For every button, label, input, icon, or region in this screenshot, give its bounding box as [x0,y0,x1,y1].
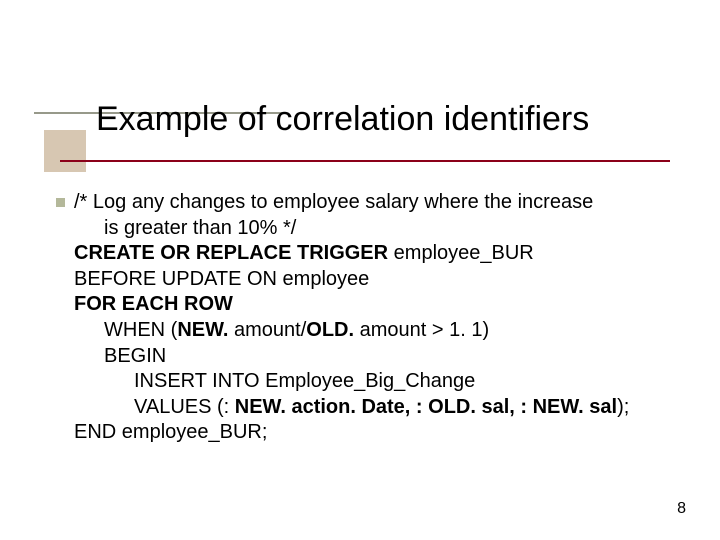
page-number: 8 [677,500,686,518]
create-keyword: CREATE OR REPLACE TRIGGER [74,242,394,264]
bullet-icon [56,198,65,207]
values-pre: VALUES (: [134,396,229,418]
when-old-kw: OLD. [306,319,354,341]
when-new-kw: NEW. [177,319,228,341]
end-line: END employee_BUR; [74,420,674,446]
values-old-sal: : OLD. sal, [416,396,520,418]
create-name: employee_BUR [394,242,534,264]
comment-line-1: /* Log any changes to employee salary wh… [74,190,674,216]
create-trigger-line: CREATE OR REPLACE TRIGGER employee_BUR [74,241,674,267]
slide-body: /* Log any changes to employee salary wh… [74,190,674,446]
corner-square-decor [44,130,86,172]
when-mid: amount/ [228,319,306,341]
before-update-line: BEFORE UPDATE ON employee [74,267,674,293]
when-line: WHEN (NEW. amount/OLD. amount > 1. 1) [74,318,674,344]
values-post: ); [617,396,629,418]
comment-line-2: is greater than 10% */ [74,216,674,242]
values-line: VALUES (: NEW. action. Date, : OLD. sal,… [74,395,674,421]
slide-title: Example of correlation identifiers [96,100,589,139]
underline-decor [60,160,670,162]
values-new-date: NEW. action. Date, [229,396,416,418]
when-post: amount > 1. 1) [354,319,489,341]
for-each-row-line: FOR EACH ROW [74,292,674,318]
slide: Example of correlation identifiers /* Lo… [0,0,720,540]
insert-line: INSERT INTO Employee_Big_Change [74,369,674,395]
begin-line: BEGIN [74,344,674,370]
when-pre: WHEN ( [104,319,177,341]
values-new-sal: : NEW. sal [520,396,617,418]
